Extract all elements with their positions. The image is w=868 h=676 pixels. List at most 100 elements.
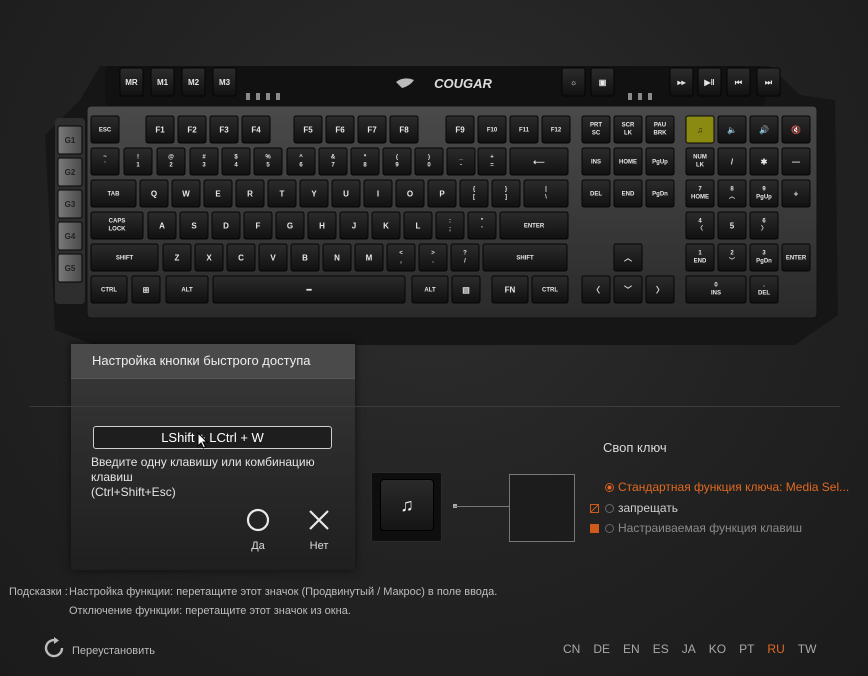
key-15-180[interactable]: END [613, 179, 643, 208]
next-icon[interactable]: ⏭ [756, 67, 781, 97]
side-key-g3[interactable]: G3 [57, 189, 83, 219]
key-16-180[interactable]: PgDn [645, 179, 675, 208]
key-8-180[interactable]: I [363, 179, 393, 208]
key-10-276[interactable]: 〉 [645, 275, 675, 304]
key-6-116[interactable]: F6 [325, 115, 355, 144]
side-key-g5[interactable]: G5 [57, 253, 83, 283]
key-12-276[interactable]: .DEL [749, 275, 779, 304]
lang-ru[interactable]: RU [767, 642, 784, 656]
key-12-180[interactable]: }] [491, 179, 521, 208]
key-9-212[interactable]: L [403, 211, 433, 240]
key-13-212[interactable]: 4〈 [685, 211, 715, 240]
reset-button[interactable]: Переустановить [42, 636, 155, 663]
yes-button[interactable]: Да [238, 508, 278, 552]
key-14-212[interactable]: 5 [717, 211, 747, 240]
key-18-180[interactable]: 8︿ [717, 179, 747, 208]
lang-ja[interactable]: JA [682, 642, 696, 656]
key-4-116[interactable]: F4 [241, 115, 271, 144]
macro-key-mr[interactable]: MR [119, 67, 144, 97]
key-1-244[interactable]: Z [162, 243, 192, 272]
key-4-212[interactable]: F [243, 211, 273, 240]
key-7-180[interactable]: U [331, 179, 361, 208]
key-11-116[interactable]: F11 [509, 115, 539, 144]
key-8-276[interactable]: 〈 [581, 275, 611, 304]
key-20-180[interactable]: + [781, 179, 811, 208]
key-18-148[interactable]: / [717, 147, 747, 176]
key-0-212[interactable]: CAPS LOCK [90, 211, 144, 240]
key-0-180[interactable]: TAB [90, 179, 137, 208]
key-15-148[interactable]: HOME [613, 147, 643, 176]
swap-target-box[interactable] [509, 474, 575, 542]
key-2-180[interactable]: W [171, 179, 201, 208]
key-19-148[interactable]: ✱ [749, 147, 779, 176]
key-12-116[interactable]: F12 [541, 115, 571, 144]
key-13-244[interactable]: 1END [685, 243, 715, 272]
key-17-148[interactable]: NUM LK [685, 147, 715, 176]
key-4-244[interactable]: V [258, 243, 288, 272]
key-6-212[interactable]: H [307, 211, 337, 240]
option-standard-function[interactable]: Стандартная функция ключа: Media Sel... [605, 480, 849, 494]
lang-es[interactable]: ES [653, 642, 669, 656]
lock-icon[interactable]: ▣ [590, 67, 615, 97]
key-2-212[interactable]: S [179, 211, 209, 240]
key-7-212[interactable]: J [339, 211, 369, 240]
key-14-148[interactable]: INS [581, 147, 611, 176]
macro-key-m3[interactable]: M3 [212, 67, 237, 97]
key-8-148[interactable]: *8 [350, 147, 380, 176]
key-14-116[interactable]: SCR LK [613, 115, 643, 144]
option-custom-function[interactable]: Настраиваемая функция клавиш [590, 521, 802, 535]
key-3-276[interactable]: ━ [212, 275, 406, 304]
key-12-244[interactable]: ︿ [613, 243, 643, 272]
key-17-180[interactable]: 7HOME [685, 179, 715, 208]
key-16-148[interactable]: PgUp [645, 147, 675, 176]
media-key-1[interactable]: 🔈 [717, 115, 747, 144]
key-4-148[interactable]: $4 [221, 147, 251, 176]
shortcut-input[interactable] [93, 426, 332, 449]
media-key-3[interactable]: 🔇 [781, 115, 811, 144]
key-1-212[interactable]: A [147, 211, 177, 240]
key-10-244[interactable]: ?/ [450, 243, 480, 272]
key-3-116[interactable]: F3 [209, 115, 239, 144]
side-key-g4[interactable]: G4 [57, 221, 83, 251]
key-6-244[interactable]: N [322, 243, 352, 272]
key-1-116[interactable]: F1 [145, 115, 175, 144]
key-2-148[interactable]: @2 [156, 147, 186, 176]
brightness-icon[interactable]: ☼ [561, 67, 586, 97]
key-13-148[interactable]: ⟵ [509, 147, 569, 176]
lang-cn[interactable]: CN [563, 642, 580, 656]
key-0-276[interactable]: CTRL [90, 275, 128, 304]
key-12-148[interactable]: += [477, 147, 507, 176]
key-10-148[interactable]: )0 [414, 147, 444, 176]
key-13-180[interactable]: |\ [523, 179, 569, 208]
key-1-276[interactable]: ⊞ [131, 275, 161, 304]
key-11-276[interactable]: 0INS [685, 275, 747, 304]
key-11-148[interactable]: _- [446, 147, 476, 176]
media-key-0[interactable]: ♫ [685, 115, 715, 144]
key-8-244[interactable]: <, [386, 243, 416, 272]
key-2-244[interactable]: X [194, 243, 224, 272]
selected-key-preview[interactable]: ♫ [371, 472, 442, 542]
key-13-116[interactable]: PRT SC [581, 115, 611, 144]
key-5-116[interactable]: F5 [293, 115, 323, 144]
rewind-icon[interactable]: ▸▸ [669, 67, 694, 97]
macro-key-m2[interactable]: M2 [181, 67, 206, 97]
key-6-180[interactable]: Y [299, 179, 329, 208]
key-11-244[interactable]: SHIFT [482, 243, 568, 272]
key-7-148[interactable]: &7 [318, 147, 348, 176]
key-19-180[interactable]: 9PgUp [749, 179, 779, 208]
lang-ko[interactable]: KO [709, 642, 726, 656]
key-14-244[interactable]: 2﹀ [717, 243, 747, 272]
key-3-148[interactable]: #3 [189, 147, 219, 176]
option-disable[interactable]: запрещать [590, 501, 678, 515]
lang-en[interactable]: EN [623, 642, 640, 656]
key-14-180[interactable]: DEL [581, 179, 611, 208]
key-3-212[interactable]: D [211, 211, 241, 240]
side-key-g1[interactable]: G1 [57, 125, 83, 155]
key-1-148[interactable]: !1 [123, 147, 153, 176]
key-2-116[interactable]: F2 [177, 115, 207, 144]
key-6-276[interactable]: FN [491, 275, 529, 304]
key-8-116[interactable]: F8 [389, 115, 419, 144]
key-3-244[interactable]: C [226, 243, 256, 272]
key-9-180[interactable]: O [395, 179, 425, 208]
key-5-180[interactable]: T [267, 179, 297, 208]
